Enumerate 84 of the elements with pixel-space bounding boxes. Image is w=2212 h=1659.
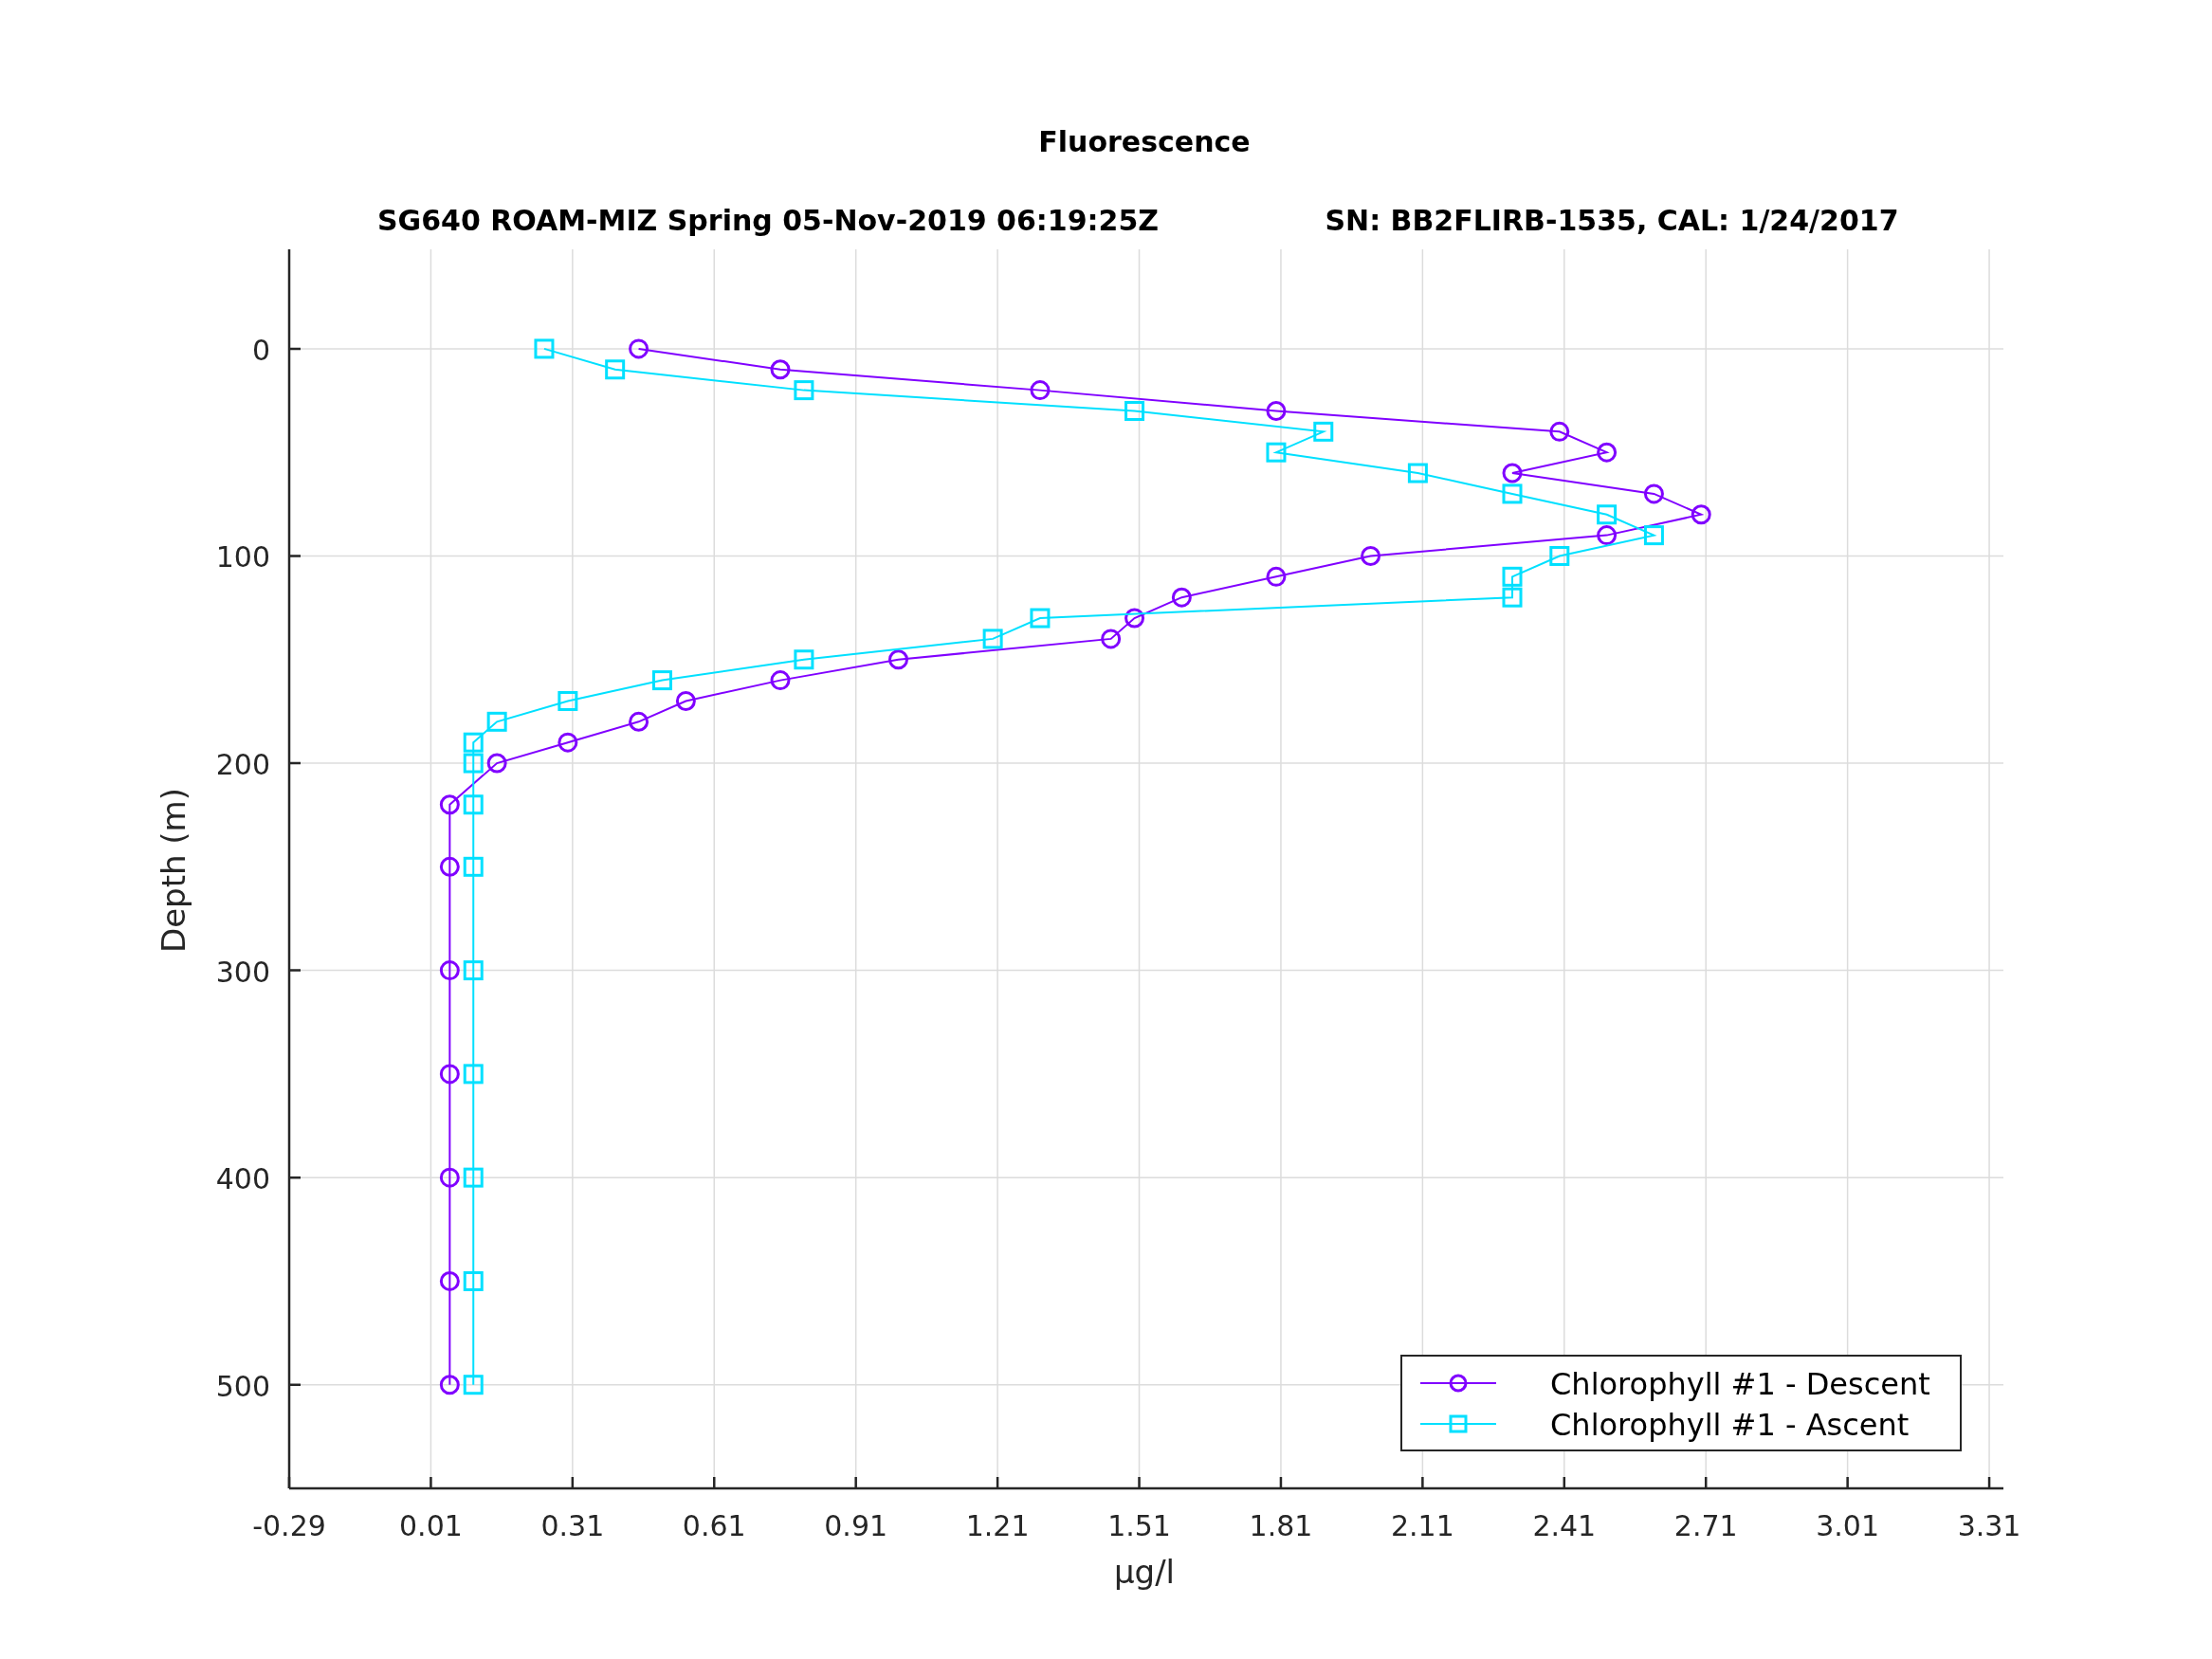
circle-marker xyxy=(1643,483,1664,504)
square-marker xyxy=(1407,463,1428,483)
x-tick-label: 2.11 xyxy=(1390,1509,1454,1542)
chart-subtitle: SG640 ROAM-MIZ Spring 05-Nov-2019 06:19:25Z xyxy=(376,204,1160,237)
x-tick-label: 3.01 xyxy=(1816,1509,1880,1542)
x-tick-label: 1.81 xyxy=(1249,1509,1313,1542)
circle-marker xyxy=(1266,401,1287,421)
square-marker xyxy=(794,380,814,401)
square-marker xyxy=(1030,608,1051,629)
square-marker xyxy=(463,1167,484,1188)
circle-marker xyxy=(1171,587,1192,608)
circle-marker xyxy=(1597,442,1618,463)
circle-marker xyxy=(629,711,649,732)
circle-marker xyxy=(888,649,908,670)
y-tick-label: 100 xyxy=(215,540,270,574)
circle-marker xyxy=(486,753,507,774)
legend-label: Chlorophyll #1 - Ascent xyxy=(1550,1407,1910,1443)
square-marker xyxy=(1549,545,1570,566)
square-marker xyxy=(463,1375,484,1395)
circle-marker xyxy=(675,690,696,711)
legend-square-marker-icon xyxy=(1419,1414,1497,1433)
x-tick-label: 3.31 xyxy=(1957,1509,2021,1542)
square-marker xyxy=(463,960,484,981)
legend-label: Chlorophyll #1 - Descent xyxy=(1550,1366,1930,1402)
circle-marker xyxy=(1549,421,1570,442)
square-marker xyxy=(1124,401,1145,421)
legend-circle-marker-icon xyxy=(1419,1374,1497,1393)
sensor-info: SN: BB2FLIRB-1535, CAL: 1/24/2017 xyxy=(1325,204,1899,237)
circle-marker xyxy=(1361,545,1381,566)
circle-marker xyxy=(770,359,791,380)
square-marker xyxy=(534,338,555,359)
x-tick-label: 0.01 xyxy=(399,1509,463,1542)
x-axis-label: μg/l xyxy=(1113,1553,1176,1591)
circle-marker xyxy=(1502,463,1523,483)
circle-marker xyxy=(439,960,460,981)
circle-marker xyxy=(1030,380,1051,401)
circle-marker xyxy=(1101,629,1122,649)
y-tick-label: 400 xyxy=(215,1162,270,1196)
square-marker xyxy=(463,1270,484,1291)
circle-marker xyxy=(439,1064,460,1085)
x-tick-label: 1.21 xyxy=(965,1509,1030,1542)
circle-marker xyxy=(1597,525,1618,546)
circle-marker xyxy=(629,338,649,359)
y-axis-label: Depth (m) xyxy=(155,788,192,953)
square-marker xyxy=(1313,421,1334,442)
square-marker xyxy=(605,359,626,380)
x-tick-label: 1.51 xyxy=(1107,1509,1171,1542)
circle-marker xyxy=(439,794,460,815)
circle-marker xyxy=(558,732,578,753)
y-tick-label: 0 xyxy=(251,333,270,367)
square-marker xyxy=(486,711,507,732)
circle-marker xyxy=(439,1270,460,1291)
circle-marker xyxy=(439,1167,460,1188)
square-marker xyxy=(463,732,484,753)
square-marker xyxy=(652,670,672,691)
square-marker xyxy=(1266,442,1287,463)
circle-marker xyxy=(1691,504,1711,525)
x-tick-label: 0.61 xyxy=(682,1509,746,1542)
x-tick-label: -0.29 xyxy=(252,1509,326,1542)
square-marker xyxy=(463,856,484,877)
square-marker xyxy=(1643,525,1664,546)
square-marker xyxy=(1502,587,1523,608)
x-tick-label: 0.91 xyxy=(824,1509,888,1542)
circle-marker xyxy=(1266,566,1287,587)
circle-marker xyxy=(439,856,460,877)
chart-title: Fluorescence xyxy=(1038,125,1251,158)
square-marker xyxy=(463,1064,484,1085)
square-marker xyxy=(1502,566,1523,587)
x-tick-label: 2.71 xyxy=(1673,1509,1738,1542)
square-marker xyxy=(794,649,814,670)
x-tick-label: 0.31 xyxy=(540,1509,605,1542)
square-marker xyxy=(982,629,1003,649)
square-marker xyxy=(463,794,484,815)
square-marker xyxy=(1597,504,1618,525)
circle-marker xyxy=(439,1375,460,1395)
square-marker xyxy=(1502,483,1523,504)
circle-marker xyxy=(1124,608,1145,629)
square-marker xyxy=(463,753,484,774)
y-tick-label: 500 xyxy=(215,1369,270,1403)
x-tick-label: 2.41 xyxy=(1532,1509,1597,1542)
y-tick-label: 200 xyxy=(215,748,270,782)
square-marker xyxy=(558,690,578,711)
y-tick-label: 300 xyxy=(215,955,270,989)
circle-marker xyxy=(770,670,791,691)
